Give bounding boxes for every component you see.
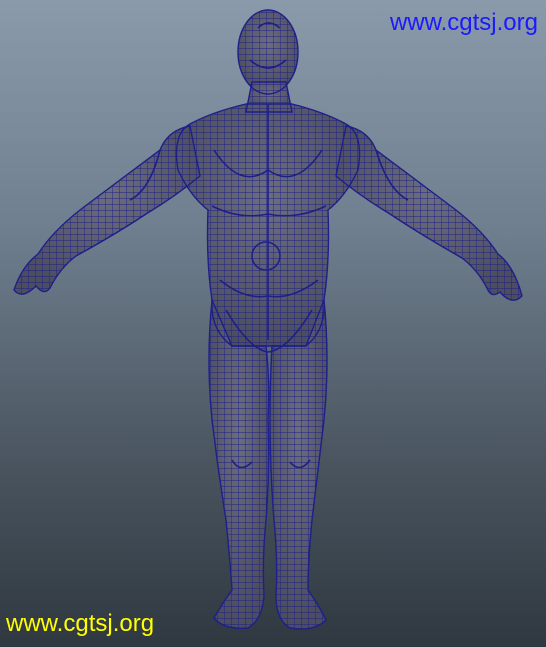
watermark-top: www.cgtsj.org <box>389 9 538 36</box>
watermark-bottom: www.cgtsj.org <box>6 610 155 637</box>
human-wireframe-mesh[interactable] <box>0 0 546 647</box>
3d-viewport[interactable]: www.cgtsj.org www.cgtsj.org <box>0 0 546 647</box>
wireframe-overlay <box>13 9 523 630</box>
